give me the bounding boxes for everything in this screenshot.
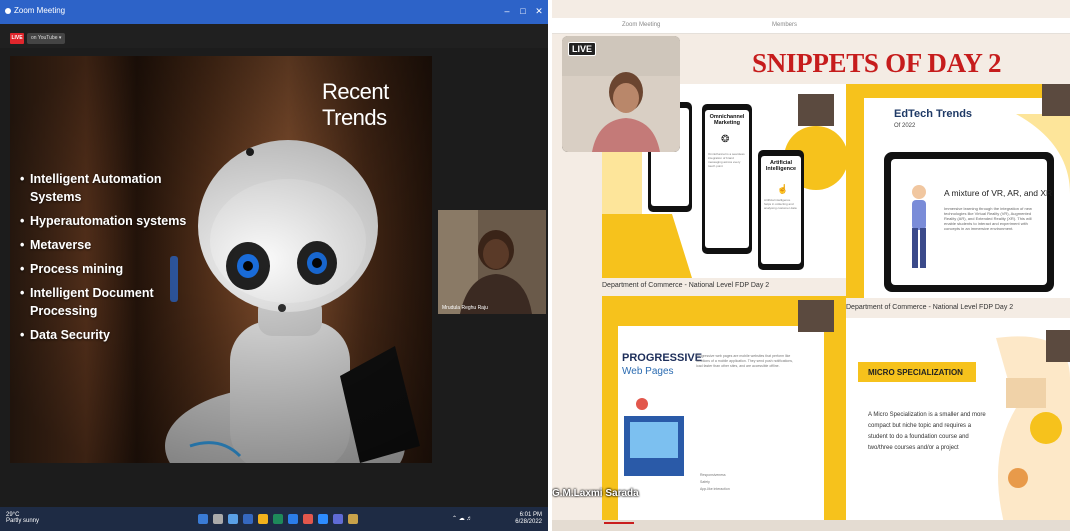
participant-thumbnail[interactable]	[1046, 330, 1070, 362]
participant-thumbnail[interactable]	[1042, 84, 1070, 116]
trend-item: Data Security	[20, 326, 190, 344]
live-speaker-video[interactable]: LIVE	[562, 36, 680, 152]
start-icon[interactable]	[198, 514, 208, 524]
trend-item: Process mining	[20, 260, 190, 278]
speaker-caption: G.M.Laxmi Sarada	[552, 488, 639, 499]
pwa-title: PROGRESSIVE	[622, 352, 703, 364]
pwa-feature: App-like interaction	[700, 487, 730, 491]
phone-title: Artificial Intelligence	[765, 160, 797, 172]
zoom-window: Zoom Meeting – □ ✕ LIVE on YouTube ▾ Rec…	[0, 0, 548, 531]
phone-screen	[761, 156, 801, 264]
chat-icon[interactable]	[243, 514, 253, 524]
search-icon[interactable]	[213, 514, 223, 524]
card-footer: Department of Commerce - National Level …	[602, 282, 770, 289]
phone-screen	[705, 110, 749, 248]
edtech-title: EdTech Trends	[894, 108, 973, 120]
maximize-icon[interactable]: □	[516, 4, 530, 18]
clock[interactable]: 6:01 PM 6/28/2022	[515, 512, 542, 526]
pwa-feature-list: Responsiveness Safety App-like interacti…	[700, 472, 730, 493]
youtube-stream-dropdown[interactable]: on YouTube ▾	[27, 33, 66, 44]
collage-headline: SNIPPETS OF DAY 2	[752, 48, 1002, 78]
teams-icon[interactable]	[333, 514, 343, 524]
weather-condition: Partly sunny	[6, 518, 40, 524]
pwa-feature: Safety	[700, 480, 710, 484]
task-view-icon[interactable]	[228, 514, 238, 524]
topbar-right-label: Members	[772, 22, 798, 28]
tablet-heading: A mixture of VR, AR, and XR	[944, 188, 1053, 198]
screen: Zoom Meeting – □ ✕ LIVE on YouTube ▾ Rec…	[0, 0, 1070, 531]
windows-taskbar: 29°C Partly sunny ⌃ ☁ ♬ 6:01 PM 6/28/202…	[0, 507, 548, 531]
weather-widget[interactable]: 29°C Partly sunny	[6, 512, 39, 524]
close-icon[interactable]: ✕	[532, 4, 546, 18]
collage-topbar: Zoom Meeting Members	[552, 18, 1070, 34]
trend-item: Hyperautomation systems	[20, 212, 190, 230]
snippet-micro-card: MICRO SPECIALIZATION A Micro Specializat…	[846, 318, 1070, 531]
zoom-titlebar: Zoom Meeting – □ ✕	[0, 0, 548, 24]
trend-item: Intelligent Document Processing	[20, 284, 190, 320]
participant-thumbnail[interactable]	[798, 94, 834, 126]
live-label: LIVE	[568, 42, 597, 56]
phone-title: Omnichannel Marketing	[709, 114, 745, 126]
shared-slide: Recent Trends Intelligent Automation Sys…	[10, 56, 432, 463]
file-explorer-icon[interactable]	[258, 514, 268, 524]
phone-text: Artificial intelligence helps in collect…	[764, 198, 797, 210]
trend-list: Intelligent Automation Systems Hyperauto…	[20, 170, 190, 350]
slide-title: Recent Trends	[322, 79, 389, 130]
snippet-edtech-card: EdTech Trends Of 2022 A mixture of VR, A…	[846, 84, 1070, 298]
trend-item: Metaverse	[20, 236, 190, 254]
zoom-icon[interactable]	[318, 514, 328, 524]
person-illustration	[912, 185, 926, 268]
app-icon[interactable]	[348, 514, 358, 524]
pwa-description: Progressive web pages are mobile website…	[696, 354, 794, 368]
system-tray[interactable]: ⌃ ☁ ♬	[452, 515, 472, 522]
participant-thumbnail[interactable]	[798, 300, 834, 332]
card-footer: Department of Commerce - National Level …	[846, 304, 1014, 311]
video-progress[interactable]	[604, 522, 634, 524]
trend-item: Intelligent Automation Systems	[20, 170, 190, 206]
zoom-toolbar	[0, 24, 548, 48]
minimize-icon[interactable]: –	[500, 4, 514, 18]
clock-time: 6:01 PM	[519, 512, 542, 518]
participant-video	[438, 210, 546, 314]
micro-description: A Micro Specialization is a smaller and …	[868, 412, 986, 451]
tablet-text: Immersive learning through the integrati…	[944, 206, 1032, 231]
hand-icon: ☝	[777, 184, 789, 194]
live-badge[interactable]: LIVE	[10, 33, 24, 44]
youtube-label: on YouTube	[31, 35, 58, 41]
chevron-down-icon: ▾	[58, 35, 62, 41]
network-icon: ❂	[721, 134, 730, 145]
edge-icon[interactable]	[273, 514, 283, 524]
pwa-feature: Responsiveness	[700, 473, 726, 477]
snippets-collage: Zoom Meeting Members SNIPPETS OF DAY 2 O…	[552, 0, 1070, 531]
phone-text: Omnichannel is a seamless integration of…	[708, 152, 745, 168]
edtech-subtitle: Of 2022	[894, 123, 916, 129]
zoom-app-icon	[5, 8, 11, 14]
topbar-left-label: Zoom Meeting	[622, 22, 661, 28]
store-icon[interactable]	[288, 514, 298, 524]
window-title: Zoom Meeting	[14, 6, 66, 15]
micro-title: MICRO SPECIALIZATION	[868, 368, 963, 377]
chrome-icon[interactable]	[303, 514, 313, 524]
pwa-subtitle: Web Pages	[622, 366, 674, 377]
participant-video-tile[interactable]: Mrudula Reghu Raju	[438, 210, 546, 314]
clock-date: 6/28/2022	[515, 519, 542, 525]
participant-name: Mrudula Reghu Raju	[442, 305, 488, 311]
